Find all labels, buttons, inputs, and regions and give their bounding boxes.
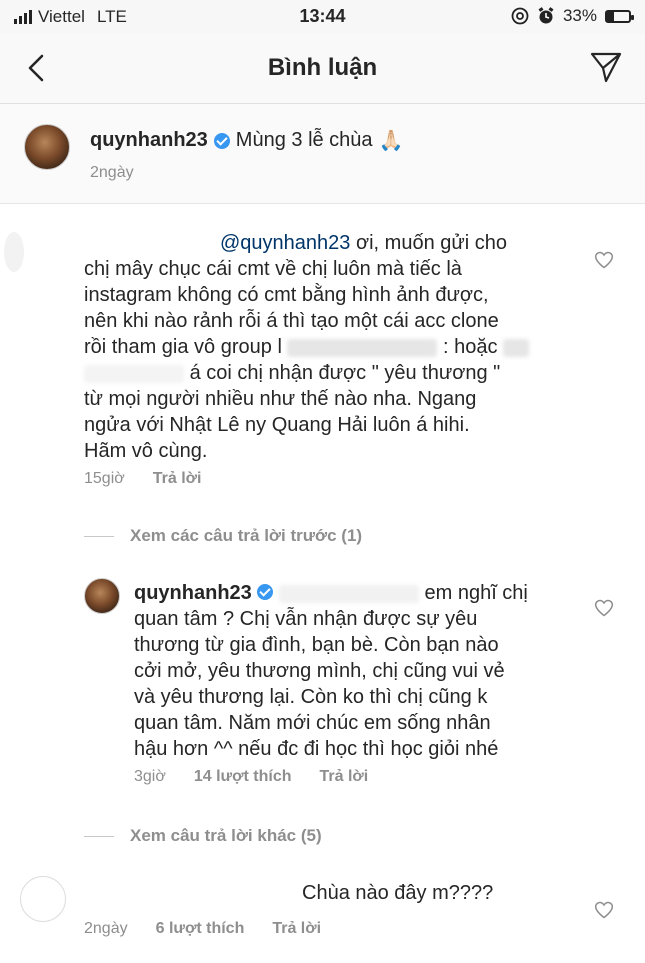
battery-icon (605, 9, 634, 23)
nav-bar: Bình luận (0, 34, 645, 104)
comment-line: nên khi nào rảnh rỗi á thì tạo một cái a… (84, 310, 499, 332)
verified-badge-icon (257, 584, 274, 600)
comment-text: Chùa nào đây m???? (302, 882, 494, 904)
view-previous-replies[interactable]: Xem các câu trả lời trước (1) (84, 526, 362, 546)
heart-icon[interactable] (594, 598, 614, 618)
redacted-block (287, 338, 438, 357)
avatar[interactable] (20, 876, 66, 922)
reply-line: hậu hơn ^^ nếu đc đi học thì học giỏi nh… (134, 738, 499, 760)
alarm-icon (538, 7, 554, 24)
praying-hands-emoji: 🙏🏻 (378, 130, 404, 152)
avatar[interactable] (84, 578, 120, 614)
view-replies-label[interactable]: Xem các câu trả lời trước (1) (130, 526, 362, 546)
caption-username[interactable]: quynhanh23 (90, 129, 208, 152)
comment-text: á coi chị nhận được " yêu thương " (84, 360, 500, 386)
comment-text: rồi tham gia vô group l : hoặc (84, 334, 530, 360)
reply-button[interactable]: Trả lời (272, 920, 321, 938)
comment-text: @quynhanh23 ơi, muốn gửi cho (220, 230, 507, 256)
likes-count[interactable]: 14 lượt thích (194, 768, 292, 786)
comment-meta: 15giờ Trả lời (84, 470, 201, 488)
heart-icon[interactable] (594, 900, 614, 920)
comment-line: á coi chị nhận được " yêu thương " (189, 362, 501, 384)
reply-line: và yêu thương lại. Còn ko thì chị cũng k (134, 686, 488, 708)
verified-badge-icon (213, 132, 230, 149)
reply-line: quan tâm. Năm mới chúc em sống nhân (134, 712, 491, 734)
reply-line: quan tâm ? Chị vẫn nhận được sự yêu (134, 608, 478, 630)
reply-header: quynhanh23 em nghĩ chị (134, 580, 528, 606)
reply-button[interactable]: Trả lời (319, 768, 368, 786)
reply-time: 3giờ (134, 768, 166, 785)
at-icon (511, 7, 529, 25)
reply-username[interactable]: quynhanh23 (134, 582, 252, 604)
reply-line: thương từ gia đình, bạn bè. Còn bạn nào (134, 634, 499, 656)
redacted-block (503, 338, 530, 357)
page-title: Bình luận (267, 54, 378, 81)
redacted-block (278, 584, 419, 603)
comment-line: chị mây chục cái cmt về chị luôn mà tiếc… (84, 258, 462, 280)
comment-line: instagram không có cmt bằng hình ảnh đượ… (84, 284, 489, 306)
divider (84, 835, 114, 837)
caption-time: 2ngày (90, 164, 134, 181)
post-caption: quynhanh23 Mùng 3 lễ chùa 🙏🏻 2ngày (0, 104, 645, 204)
comment-line: từ mọi người nhiều như thế nào nha. Ngan… (84, 388, 477, 410)
caption-line: quynhanh23 Mùng 3 lễ chùa 🙏🏻 (90, 128, 403, 153)
status-right: 33% (511, 6, 634, 26)
comment-meta: 2ngày 6 lượt thích Trả lời (84, 920, 321, 938)
comment-line: ngửa với Nhật Lê ny Quang Hải luôn á hih… (84, 414, 470, 436)
divider (84, 535, 114, 537)
heart-icon[interactable] (594, 250, 614, 270)
comment-line: : hoặc (443, 336, 498, 358)
comment-line: Hãm vô cùng. (84, 440, 208, 462)
battery-percent: 33% (562, 6, 597, 25)
view-other-replies[interactable]: Xem câu trả lời khác (5) (84, 826, 322, 846)
status-bar: Viettel LTE 13:44 33% (0, 0, 645, 34)
avatar[interactable] (4, 232, 24, 272)
comment-line: rồi tham gia vô group l (84, 336, 282, 358)
battery-fill (607, 11, 615, 21)
paper-plane-icon[interactable] (589, 50, 623, 84)
reply-line: cởi mở, yêu thương mình, chị cũng vui vẻ (134, 660, 505, 682)
comment-time: 15giờ (84, 470, 125, 487)
redacted-block (84, 364, 184, 383)
reply-line: em nghĩ chị (424, 582, 528, 604)
caption-text: Mùng 3 lễ chùa (235, 129, 373, 151)
mention-link[interactable]: @quynhanh23 (220, 232, 350, 254)
comment-time: 2ngày (84, 920, 128, 937)
reply-button[interactable]: Trả lời (153, 470, 202, 488)
comment-line: ơi, muốn gửi cho (355, 232, 507, 254)
view-replies-label[interactable]: Xem câu trả lời khác (5) (130, 826, 322, 846)
likes-count[interactable]: 6 lượt thích (156, 920, 245, 938)
reply-meta: 3giờ 14 lượt thích Trả lời (134, 768, 368, 786)
avatar[interactable] (24, 124, 70, 170)
